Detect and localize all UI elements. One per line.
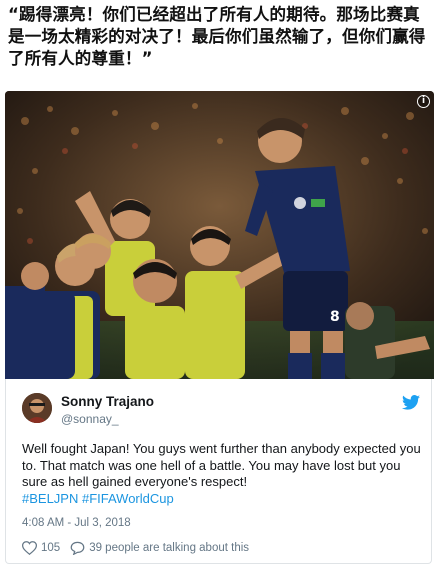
twitter-bird-icon[interactable] — [402, 395, 420, 410]
speech-bubble-icon — [70, 541, 85, 555]
tweet-photo[interactable]: 8 i — [5, 91, 434, 379]
tweet-card: Sonny Trajano @sonnay_ Well fought Japan… — [5, 379, 432, 564]
avatar[interactable] — [22, 393, 52, 423]
info-icon[interactable]: i — [417, 95, 430, 108]
talking-text: 39 people are talking about this — [89, 542, 250, 554]
author-name[interactable]: Sonny Trajano — [61, 394, 154, 409]
reply-button[interactable]: 39 people are talking about this — [70, 541, 249, 555]
tweet-text: Well fought Japan! You guys went further… — [22, 441, 422, 507]
post-caption: “踢得漂亮！你们已经超出了所有人的期待。那场比赛真是一场太精彩的对决了！最后你们… — [8, 5, 426, 68]
tweet-hashtags[interactable]: #BELJPN #FIFAWorldCup — [22, 491, 174, 506]
tweet-body: Well fought Japan! You guys went further… — [22, 441, 421, 489]
celebration-photo: 8 — [5, 91, 434, 379]
avatar-image — [22, 393, 52, 423]
svg-text:8: 8 — [330, 309, 340, 325]
author-handle[interactable]: @sonnay_ — [61, 412, 119, 426]
heart-icon — [22, 541, 37, 555]
like-count: 105 — [41, 542, 61, 554]
tweet-timestamp[interactable]: 4:08 AM - Jul 3, 2018 — [22, 517, 131, 529]
like-button[interactable]: 105 — [22, 541, 60, 555]
tweet-actions: 105 39 people are talking about this — [22, 541, 259, 555]
